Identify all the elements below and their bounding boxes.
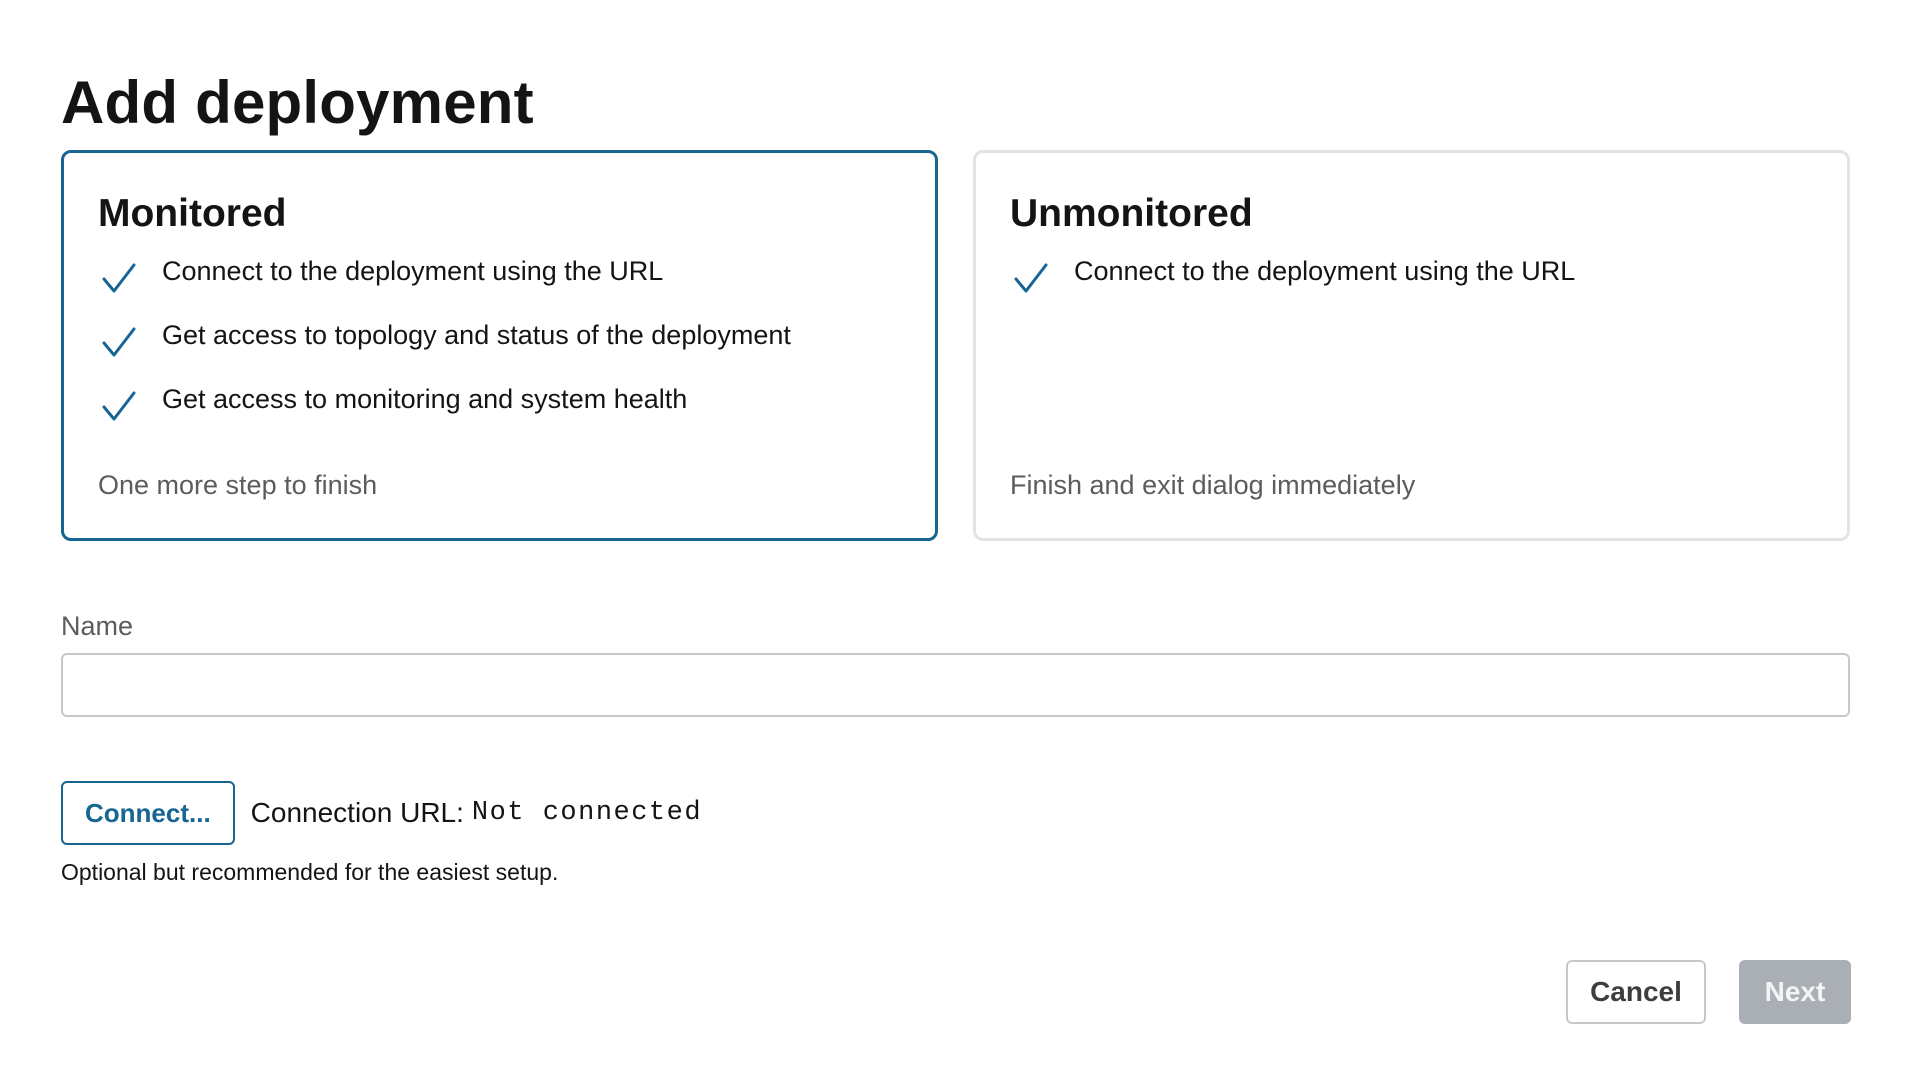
feature-text: Connect to the deployment using the URL bbox=[162, 256, 664, 286]
check-icon bbox=[102, 327, 136, 357]
feature-text: Connect to the deployment using the URL bbox=[1074, 256, 1576, 286]
add-deployment-dialog: Add deployment Monitored Connect to the … bbox=[0, 0, 1912, 1086]
name-field-label: Name bbox=[61, 611, 134, 641]
connect-hint: Optional but recommended for the easiest… bbox=[61, 859, 559, 885]
check-icon bbox=[1014, 263, 1048, 293]
list-item: Connect to the deployment using the URL bbox=[98, 253, 901, 317]
connection-url-value: Not connected bbox=[471, 798, 703, 828]
list-item: Get access to topology and status of the… bbox=[98, 317, 901, 381]
next-button[interactable]: Next bbox=[1739, 960, 1851, 1024]
option-footnote: One more step to finish bbox=[98, 470, 378, 500]
connect-button[interactable]: Connect... bbox=[61, 781, 235, 845]
connection-row: Connect... Connection URL: Not connected bbox=[61, 781, 1851, 845]
feature-list: Connect to the deployment using the URL … bbox=[98, 253, 901, 445]
feature-list: Connect to the deployment using the URL bbox=[1010, 253, 1813, 317]
dialog-title: Add deployment bbox=[61, 69, 534, 136]
list-item: Connect to the deployment using the URL bbox=[1010, 253, 1813, 317]
option-card-monitored[interactable]: Monitored Connect to the deployment usin… bbox=[61, 150, 938, 541]
dialog-actions: Cancel Next bbox=[1566, 960, 1851, 1024]
name-input[interactable] bbox=[61, 653, 1850, 717]
check-icon bbox=[102, 263, 136, 293]
feature-text: Get access to topology and status of the… bbox=[162, 320, 791, 350]
cancel-button[interactable]: Cancel bbox=[1566, 960, 1706, 1024]
option-title: Unmonitored bbox=[1010, 192, 1253, 235]
option-title: Monitored bbox=[98, 192, 287, 235]
feature-text: Get access to monitoring and system heal… bbox=[162, 384, 688, 414]
option-footnote: Finish and exit dialog immediately bbox=[1010, 470, 1416, 500]
option-card-unmonitored[interactable]: Unmonitored Connect to the deployment us… bbox=[973, 150, 1850, 541]
connection-url-label: Connection URL: bbox=[250, 797, 464, 828]
list-item: Get access to monitoring and system heal… bbox=[98, 381, 901, 445]
check-icon bbox=[102, 391, 136, 421]
deployment-type-options: Monitored Connect to the deployment usin… bbox=[61, 150, 1851, 541]
